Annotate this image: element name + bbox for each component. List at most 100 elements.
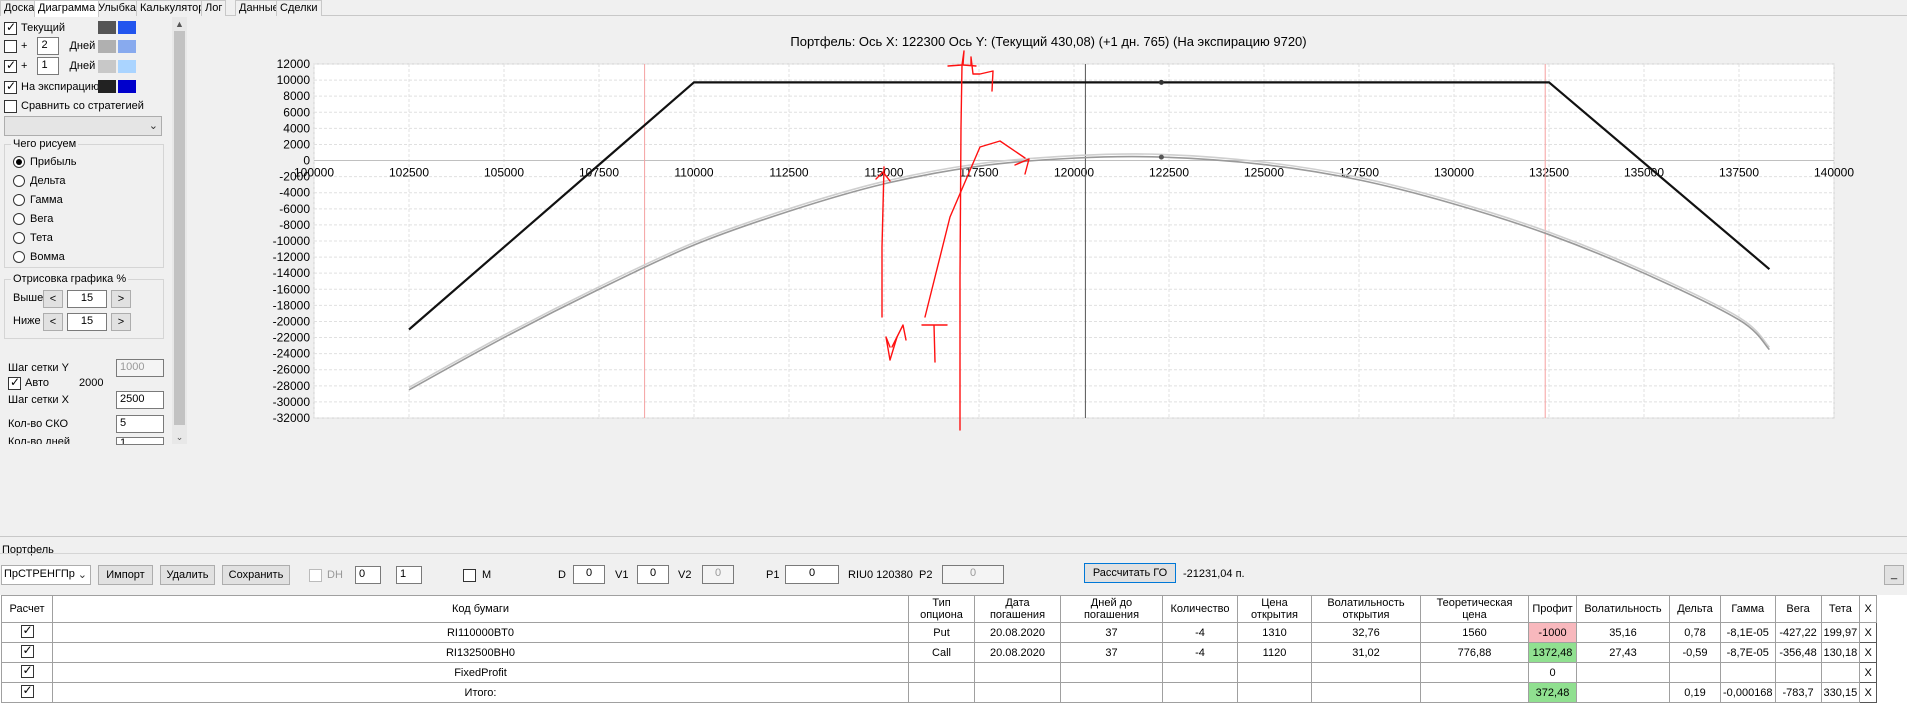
col-header-qty[interactable]: Количество — [1162, 595, 1238, 623]
days2-input[interactable]: 2 — [37, 37, 60, 55]
row-calc-cell[interactable] — [1, 662, 53, 683]
row-open[interactable]: 1120 — [1237, 642, 1312, 663]
tab-calculator[interactable]: Калькулятор — [136, 0, 209, 16]
col-header-theo[interactable]: Теоретическая цена — [1420, 595, 1529, 623]
col-header-delta[interactable]: Дельта — [1669, 595, 1721, 623]
tab-diagram[interactable]: Диаграмма — [34, 0, 100, 17]
delete-button[interactable]: Удалить — [160, 565, 215, 585]
row-delete-button[interactable]: X — [1859, 642, 1878, 663]
row-delete-button[interactable]: X — [1859, 622, 1878, 643]
radio-profit-dot[interactable] — [13, 156, 25, 168]
row-calc-checkbox[interactable] — [20, 644, 34, 658]
table-row[interactable]: RI132500BH0 Call 20.08.2020 37 -4 1120 3… — [1, 642, 1878, 663]
col-header-theta[interactable]: Тета — [1820, 595, 1861, 623]
col-header-calc[interactable]: Расчет — [1, 595, 53, 623]
m-checkbox[interactable] — [463, 569, 476, 582]
p2-input[interactable]: 0 — [942, 565, 1004, 584]
above-input[interactable]: 15 — [67, 290, 107, 308]
grid-x-input[interactable]: 2500 — [116, 391, 164, 409]
radio-profit[interactable]: Прибыль — [13, 153, 77, 171]
compare-checkbox[interactable] — [4, 99, 17, 113]
v1-input[interactable]: 0 — [637, 565, 669, 584]
col-header-profit[interactable]: Профит — [1528, 595, 1577, 623]
col-header-date[interactable]: Дата погашения — [974, 595, 1061, 623]
dh-checkbox[interactable] — [309, 569, 322, 582]
days2-color-swatch-2[interactable] — [118, 40, 136, 53]
save-button[interactable]: Сохранить — [222, 565, 290, 585]
row-vol-open[interactable]: 32,76 — [1311, 622, 1421, 643]
row-profit[interactable]: 0 — [1528, 662, 1577, 683]
dh-input-1[interactable]: 0 — [355, 566, 381, 584]
scrollbar-thumb[interactable] — [174, 31, 185, 425]
row-calc-cell[interactable] — [1, 642, 53, 663]
col-header-code[interactable]: Код бумаги — [52, 595, 909, 623]
table-row[interactable]: RI110000BT0 Put 20.08.2020 37 -4 1310 32… — [1, 622, 1878, 643]
d-input[interactable]: 0 — [573, 565, 605, 584]
tab-log[interactable]: Лог — [201, 0, 227, 16]
left-scrollbar[interactable]: ▲ ⌄ — [172, 17, 187, 444]
auto-checkbox[interactable] — [8, 375, 21, 390]
splitter[interactable] — [0, 536, 1907, 542]
radio-vega-dot[interactable] — [13, 213, 25, 225]
days1-color-swatch[interactable] — [98, 60, 116, 73]
row-calc-cell[interactable] — [1, 682, 53, 703]
radio-theta[interactable]: Тета — [13, 229, 53, 247]
profit-chart[interactable]: 120001000080006000400020000-2000-4000-60… — [190, 17, 1907, 537]
radio-delta-dot[interactable] — [13, 175, 25, 187]
row-calc-cell[interactable] — [1, 622, 53, 643]
row-calc-checkbox[interactable] — [20, 684, 34, 698]
days2-color-swatch[interactable] — [98, 40, 116, 53]
col-header-days[interactable]: Дней до погашения — [1060, 595, 1163, 623]
below-decrease-button[interactable]: < — [43, 313, 63, 331]
above-decrease-button[interactable]: < — [43, 290, 63, 308]
col-header-vega[interactable]: Вега — [1774, 595, 1822, 623]
radio-vega[interactable]: Вега — [13, 210, 53, 228]
row-delete-button[interactable]: X — [1859, 662, 1878, 683]
row-delete-button[interactable]: X — [1859, 682, 1878, 703]
col-header-vol[interactable]: Волатильность — [1576, 595, 1670, 623]
dh-input-2[interactable]: 1 — [396, 566, 422, 584]
below-increase-button[interactable]: > — [111, 313, 131, 331]
expiration-color-swatch-2[interactable] — [118, 80, 136, 93]
col-header-vol-open[interactable]: Волатильность открытия — [1311, 595, 1421, 623]
expiration-color-swatch[interactable] — [98, 80, 116, 93]
below-input[interactable]: 15 — [67, 313, 107, 331]
radio-gamma[interactable]: Гамма — [13, 191, 63, 209]
minimize-button[interactable]: _ — [1884, 565, 1904, 585]
row-qty[interactable]: -4 — [1162, 622, 1238, 643]
tab-smile[interactable]: Улыбка — [94, 0, 141, 16]
row-calc-checkbox[interactable] — [20, 664, 34, 678]
row-open[interactable]: 1310 — [1237, 622, 1312, 643]
row-qty[interactable]: -4 — [1162, 642, 1238, 663]
import-button[interactable]: Импорт — [98, 565, 153, 585]
days-count-input[interactable]: 1 — [116, 437, 164, 445]
radio-gamma-dot[interactable] — [13, 194, 25, 206]
days1-color-swatch-2[interactable] — [118, 60, 136, 73]
portfolio-select[interactable]: ПрСТРЕНГПр ⌄ — [1, 565, 91, 585]
grid-y-input[interactable]: 1000 — [116, 359, 164, 377]
current-color-swatch[interactable] — [98, 21, 116, 34]
radio-delta[interactable]: Дельта — [13, 172, 66, 190]
current-checkbox[interactable] — [4, 20, 17, 35]
above-increase-button[interactable]: > — [111, 290, 131, 308]
row-vol-open[interactable]: 31,02 — [1311, 642, 1421, 663]
calc-go-button[interactable]: Рассчитать ГО — [1084, 563, 1176, 583]
col-header-x[interactable]: X — [1859, 595, 1878, 623]
tab-deals[interactable]: Сделки — [276, 0, 322, 16]
radio-theta-dot[interactable] — [13, 232, 25, 244]
days1-input[interactable]: 1 — [37, 57, 60, 75]
row-calc-checkbox[interactable] — [20, 624, 34, 638]
sko-input[interactable]: 5 — [116, 415, 164, 433]
current-color-swatch-2[interactable] — [118, 21, 136, 34]
scroll-up-icon[interactable]: ▲ — [172, 17, 187, 31]
radio-vomma-dot[interactable] — [13, 251, 25, 263]
radio-vomma[interactable]: Вомма — [13, 248, 65, 266]
tab-board[interactable]: Доска — [0, 0, 39, 16]
scroll-down-icon[interactable]: ⌄ — [172, 430, 187, 444]
strategy-select[interactable]: ⌄ — [4, 116, 162, 136]
col-header-type[interactable]: Тип опциона — [908, 595, 975, 623]
p1-input[interactable]: 0 — [785, 565, 839, 584]
col-header-gamma[interactable]: Гамма — [1720, 595, 1776, 623]
table-row[interactable]: FixedProfit 0 X — [1, 662, 1878, 683]
days2-checkbox[interactable] — [4, 39, 17, 53]
